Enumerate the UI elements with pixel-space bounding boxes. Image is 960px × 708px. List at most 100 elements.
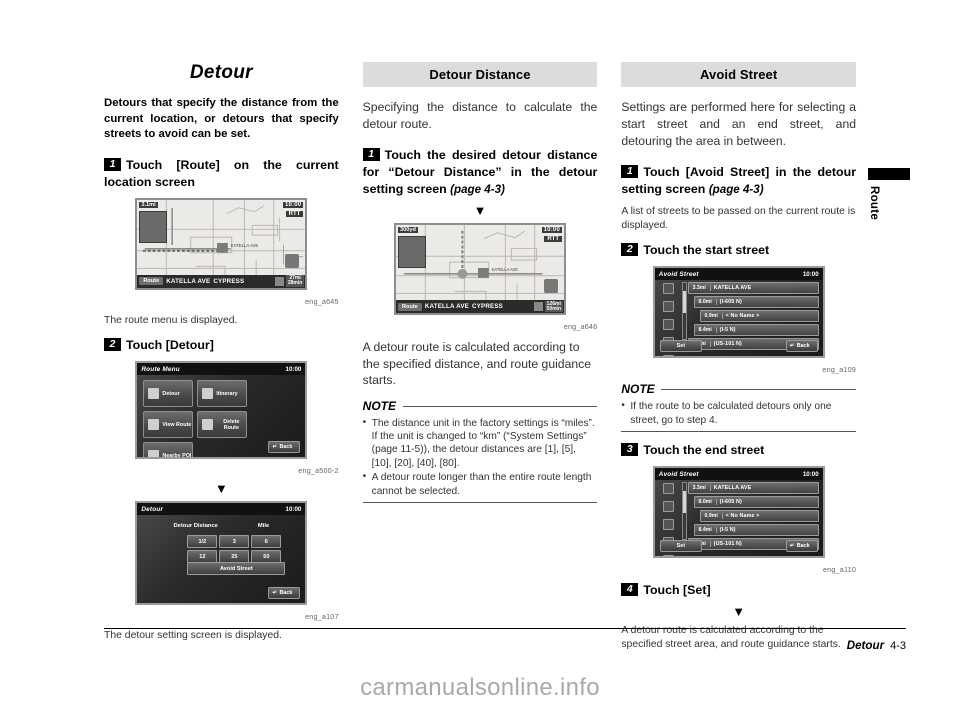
grid-icon[interactable] xyxy=(533,302,543,311)
back-button[interactable]: Back xyxy=(785,340,818,353)
step-3-text: Touch the end street xyxy=(643,443,765,457)
note-rule xyxy=(402,405,598,407)
step-number-badge: 1 xyxy=(621,165,639,178)
note-rule-bottom xyxy=(362,501,598,503)
screen-clock: 10:00 xyxy=(285,505,302,513)
figure-caption: eng_a645 xyxy=(305,296,339,306)
street-distance: 0.9mi xyxy=(701,513,723,519)
grid-icon[interactable] xyxy=(274,276,284,286)
step-1-text: Touch [Route] on the current location sc… xyxy=(104,157,339,189)
map-clock: 10:00 xyxy=(282,201,304,208)
back-button[interactable]: Back xyxy=(268,441,301,454)
map-corner-icon[interactable] xyxy=(285,253,300,268)
set-button[interactable]: Set xyxy=(659,540,703,552)
eta-time: 28min xyxy=(287,280,303,286)
avoid-street-button[interactable]: Avoid Street xyxy=(187,562,286,576)
route-button[interactable]: Route xyxy=(139,277,164,285)
street-list-item[interactable]: 3.3mi KATELLA AVE xyxy=(687,282,819,295)
street-name: (I-605 N) xyxy=(719,499,742,505)
manual-page: Detour Detours that specify the distance… xyxy=(0,0,960,708)
note-item: If the route to be calculated detours on… xyxy=(621,399,856,427)
footer-rule xyxy=(104,628,906,629)
step-1-heading: 1 Touch [Avoid Street] in the detour sett… xyxy=(621,164,856,198)
street-distance: 8.4mi xyxy=(695,327,717,334)
menu-button-label: Itinerary xyxy=(216,390,238,397)
street-distance: 8.0mi xyxy=(695,299,717,306)
menu-button-label: View Route xyxy=(162,421,192,428)
street-name: < No Name > xyxy=(725,513,760,519)
map-corner-icon[interactable] xyxy=(544,279,558,293)
detour-distance-label: Detour Distance xyxy=(173,523,218,530)
note-list: If the route to be calculated detours on… xyxy=(621,399,856,427)
footer-title: Detour xyxy=(846,639,885,652)
screen-body: Detour Distance Mile 1/2 3 6 12 25 50 Av… xyxy=(137,515,305,603)
screen-clock: 10:00 xyxy=(802,270,819,278)
scrollbar[interactable] xyxy=(681,482,687,540)
street-list-item[interactable]: 8.0mi (I-605 N) xyxy=(693,296,819,309)
scrollbar-thumb[interactable] xyxy=(682,291,686,314)
step-number-badge: 4 xyxy=(621,583,639,596)
map-view-icon[interactable] xyxy=(662,355,674,357)
marker-a-icon[interactable] xyxy=(662,301,674,313)
figure-caption: eng_a107 xyxy=(305,612,339,622)
menu-button-detour[interactable]: Detour xyxy=(143,380,194,408)
scrollbar[interactable] xyxy=(681,282,687,341)
back-button[interactable]: Back xyxy=(268,587,301,600)
avoid-street-screen-end: Avoid Street 10:00 3.3mi KATELLA AVE 8.0… xyxy=(652,466,825,558)
street-list-item[interactable]: 0.9mi < No Name > xyxy=(699,310,819,323)
street-list-item[interactable]: 8.0mi (I-605 N) xyxy=(693,496,819,508)
marker-a-icon[interactable] xyxy=(662,501,674,512)
detour-distance-labels: Detour Distance Mile xyxy=(137,523,305,529)
step-1-result: The route menu is displayed. xyxy=(104,314,238,326)
step-2-text: Touch the start street xyxy=(643,243,770,258)
back-button[interactable]: Back xyxy=(785,540,818,552)
scroll-up-icon[interactable] xyxy=(662,483,674,494)
menu-button-view-route[interactable]: View Route xyxy=(143,411,194,439)
scroll-up-icon[interactable] xyxy=(662,283,674,295)
footer-page-number: 4-3 xyxy=(890,640,906,652)
distance-option[interactable]: 6 xyxy=(251,535,282,549)
scrollbar-thumb[interactable] xyxy=(682,491,686,513)
current-street-label: KATELLA AVE xyxy=(166,277,211,285)
screen-body: 3.3mi KATELLA AVE 8.0mi (I-605 N) 0.9mi … xyxy=(655,280,823,357)
figure-detour-result-map: KATELLA AVE 300yd 10:00 RTT Route KATELL… xyxy=(363,223,598,320)
left-column: Detour Detours that specify the distance… xyxy=(104,62,339,661)
note-rule-bottom xyxy=(621,431,857,432)
street-list-item[interactable]: 3.3mi KATELLA AVE xyxy=(687,482,819,494)
route-menu-screen: Route Menu 10:00 Detour Itinerary View R… xyxy=(135,361,308,460)
left-intro-text: Detours that specify the distance from t… xyxy=(104,97,339,140)
step-4-text: Touch [Set] xyxy=(643,583,711,597)
street-list-item[interactable]: 8.4mi (I-5 N) xyxy=(693,324,819,337)
menu-button-delete-route[interactable]: Delete Route xyxy=(197,411,248,439)
route-button[interactable]: Route xyxy=(398,302,422,311)
street-list-item[interactable]: 0.9mi < No Name > xyxy=(699,510,819,522)
step-number-badge: 1 xyxy=(362,148,380,161)
screen-title: Detour xyxy=(141,505,164,513)
section-banner-avoid-street: Avoid Street xyxy=(621,62,857,87)
map-view-icon[interactable] xyxy=(662,555,674,556)
map-eta: 27mi 28min xyxy=(285,275,305,287)
screen-header: Route Menu 10:00 xyxy=(137,363,306,376)
note-heading: NOTE xyxy=(363,399,598,413)
distance-option[interactable]: 1/2 xyxy=(187,535,218,549)
scroll-down-icon[interactable] xyxy=(662,519,674,530)
street-name: (US-101 N) xyxy=(713,341,742,348)
page-reference: (page 4-3) xyxy=(708,183,764,196)
screen-title: Route Menu xyxy=(141,365,180,373)
cross-street-label: CYPRESS xyxy=(213,277,245,285)
page-columns: Detour Detours that specify the distance… xyxy=(104,62,857,661)
unit-label: Mile xyxy=(257,523,270,530)
map-bottom-bar: Route KATELLA AVE CYPRESS 27mi 28min xyxy=(137,274,306,288)
street-list-item[interactable]: 8.4mi (I-5 N) xyxy=(693,524,819,536)
cross-street-label: CYPRESS xyxy=(472,303,503,310)
menu-button-nearby-poi[interactable]: Nearby POI xyxy=(143,442,194,458)
watermark: carmanualsonline.info xyxy=(360,674,600,701)
step-1-result: A detour route is calculated according t… xyxy=(362,340,592,387)
distance-option[interactable]: 3 xyxy=(219,535,250,549)
street-distance: 0.9mi xyxy=(701,313,723,320)
page-reference: (page 4-3) xyxy=(450,183,505,196)
side-tab-route: Route xyxy=(868,168,910,220)
set-button[interactable]: Set xyxy=(659,340,703,353)
menu-button-itinerary[interactable]: Itinerary xyxy=(197,380,248,408)
scroll-down-icon[interactable] xyxy=(662,319,674,331)
